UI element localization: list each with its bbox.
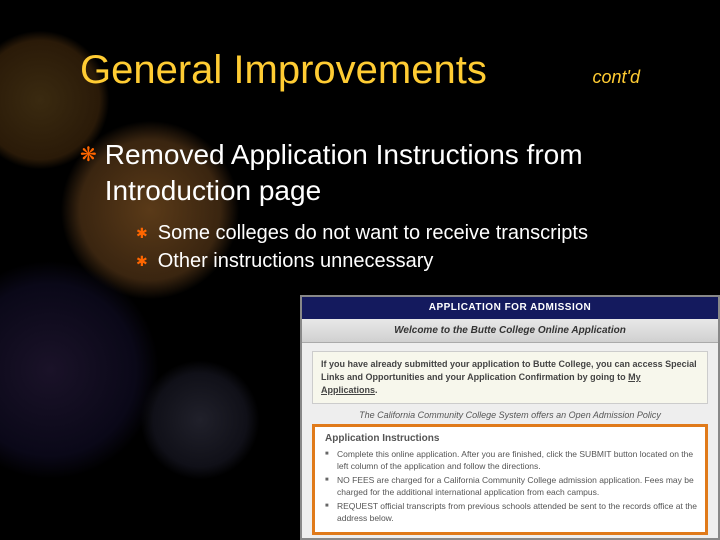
sub-bullet-list: ✱ Some colleges do not want to receive t… [136,221,680,273]
welcome-bar: Welcome to the Butte College Online Appl… [302,319,718,343]
instruction-item: REQUEST official transcripts from previo… [325,500,697,524]
special-links-box: If you have already submitted your appli… [312,351,708,404]
sub-bullet-text: Some colleges do not want to receive tra… [158,221,588,245]
gear-bullet-icon: ❋ [80,137,97,173]
slide-content: General Improvements cont'd ❋ Removed Ap… [0,0,720,273]
gear-bullet-icon: ✱ [136,249,148,273]
sub-bullet: ✱ Other instructions unnecessary [136,249,680,273]
open-admission-policy: The California Community College System … [312,410,708,420]
instructions-list: Complete this online application. After … [325,448,697,524]
title-row: General Improvements cont'd [80,48,680,93]
instructions-title: Application Instructions [325,433,697,444]
application-instructions-box: Application Instructions Complete this o… [312,424,708,535]
instruction-item: Complete this online application. After … [325,448,697,472]
main-bullet: ❋ Removed Application Instructions from … [80,137,680,209]
gear-bullet-icon: ✱ [136,221,148,245]
contd-label: cont'd [593,67,640,88]
embedded-screenshot: APPLICATION FOR ADMISSION Welcome to the… [300,295,720,540]
app-titlebar: APPLICATION FOR ADMISSION [302,297,718,319]
sub-bullet: ✱ Some colleges do not want to receive t… [136,221,680,245]
main-bullet-text: Removed Application Instructions from In… [105,137,680,209]
instruction-item: NO FEES are charged for a California Com… [325,474,697,498]
sub-bullet-text: Other instructions unnecessary [158,249,434,273]
slide-title: General Improvements [80,48,487,93]
